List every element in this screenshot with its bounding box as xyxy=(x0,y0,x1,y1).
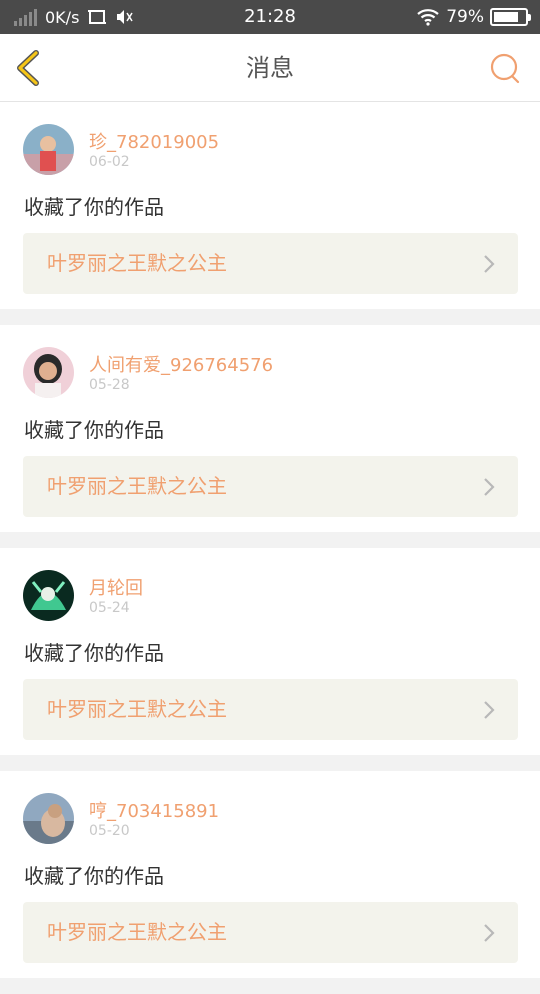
action-text: 收藏了你的作品 xyxy=(24,418,164,442)
wifi-icon xyxy=(417,9,439,26)
status-bar: 0K/s 21:28 79% xyxy=(0,0,540,34)
work-title: 叶罗丽之王默之公主 xyxy=(47,474,227,498)
avatar[interactable] xyxy=(23,124,74,175)
work-title: 叶罗丽之王默之公主 xyxy=(47,920,227,944)
work-title: 叶罗丽之王默之公主 xyxy=(47,251,227,275)
message-list: 珍_782019005 06-02 收藏了你的作品 叶罗丽之王默之公主 人间有爱… xyxy=(0,102,540,994)
message-card: 哼_703415891 05-20 收藏了你的作品 叶罗丽之王默之公主 xyxy=(0,771,540,978)
chevron-right-icon xyxy=(484,478,495,496)
search-icon[interactable] xyxy=(488,52,522,86)
message-card: 人间有爱_926764576 05-28 收藏了你的作品 叶罗丽之王默之公主 xyxy=(0,325,540,532)
message-date: 05-20 xyxy=(89,823,130,839)
top-nav-bar: 消息 xyxy=(0,34,540,102)
message-date: 05-24 xyxy=(89,600,130,616)
action-text: 收藏了你的作品 xyxy=(24,195,164,219)
username[interactable]: 月轮回 xyxy=(89,574,143,600)
message-date: 06-02 xyxy=(89,154,130,170)
username[interactable]: 人间有爱_926764576 xyxy=(89,351,273,377)
work-link[interactable]: 叶罗丽之王默之公主 xyxy=(23,902,518,963)
message-date: 05-28 xyxy=(89,377,130,393)
username[interactable]: 哼_703415891 xyxy=(89,797,219,823)
message-card: 珍_782019005 06-02 收藏了你的作品 叶罗丽之王默之公主 xyxy=(0,102,540,309)
avatar[interactable] xyxy=(23,570,74,621)
work-link[interactable]: 叶罗丽之王默之公主 xyxy=(23,679,518,740)
chevron-right-icon xyxy=(484,924,495,942)
work-link[interactable]: 叶罗丽之王默之公主 xyxy=(23,233,518,294)
battery-percent: 79% xyxy=(446,7,484,27)
work-title: 叶罗丽之王默之公主 xyxy=(47,697,227,721)
avatar[interactable] xyxy=(23,347,74,398)
action-text: 收藏了你的作品 xyxy=(24,864,164,888)
avatar[interactable] xyxy=(23,793,74,844)
chevron-right-icon xyxy=(484,255,495,273)
work-link[interactable]: 叶罗丽之王默之公主 xyxy=(23,456,518,517)
chevron-right-icon xyxy=(484,701,495,719)
battery-icon xyxy=(490,8,531,26)
message-card: 月轮回 05-24 收藏了你的作品 叶罗丽之王默之公主 xyxy=(0,548,540,755)
username[interactable]: 珍_782019005 xyxy=(89,128,219,154)
page-title: 消息 xyxy=(246,54,294,82)
action-text: 收藏了你的作品 xyxy=(24,641,164,665)
